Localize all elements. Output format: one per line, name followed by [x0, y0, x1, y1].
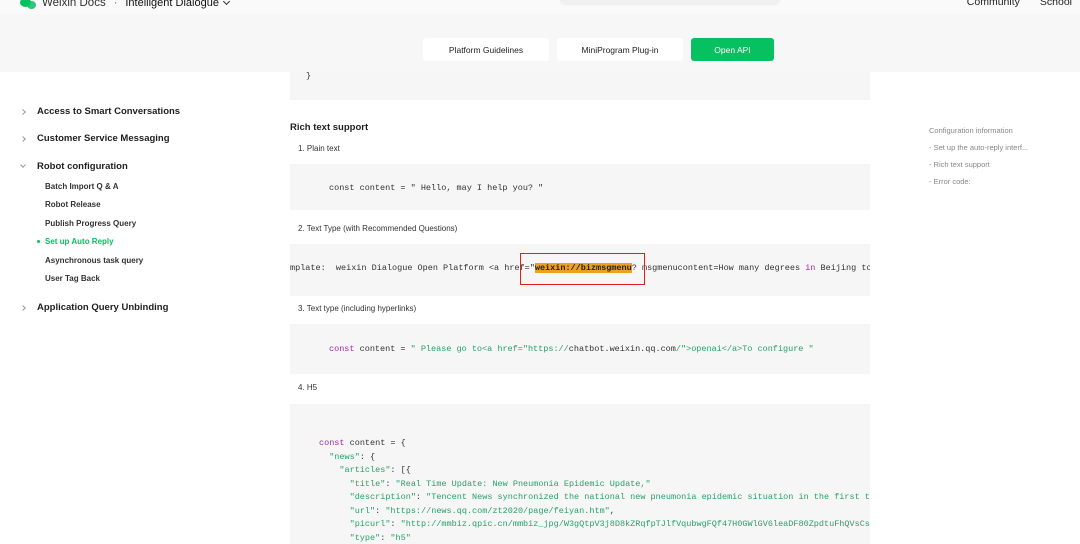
code-block-hyperlinks: const content = " Please go to<a href="h… [290, 324, 870, 374]
sidebar-item-robot-configuration[interactable]: Robot configuration [20, 161, 128, 172]
code-text: ? msgmenucontent=How many degrees [631, 263, 806, 273]
sidebar-item-label: Robot configuration [37, 161, 128, 172]
sidebar-subitem-async-task[interactable]: Asynchronous task query [45, 256, 143, 265]
school-link[interactable]: School [1040, 0, 1072, 8]
wechat-logo-icon [20, 0, 36, 10]
code-keyword: in [805, 263, 816, 273]
step-text-type-recommended: 2. Text Type (with Recommended Questions… [298, 224, 458, 233]
tab-miniprogram-plugin[interactable]: MiniProgram Plug-in [557, 38, 683, 61]
main-content: } Rich text support 1. Plain text const … [290, 72, 870, 544]
product-selector[interactable]: Intelligent Dialogue [125, 0, 230, 9]
step-text-type-hyperlinks: 3. Text type (including hyperlinks) [298, 304, 417, 313]
sidebar-item-application-query-unbinding[interactable]: Application Query Unbinding [20, 302, 168, 313]
code-text: mplate: weixin Dialogue Open Platform <a… [290, 263, 535, 273]
code-line: "type": "h5" [349, 532, 411, 543]
code-keyword: const [329, 344, 355, 354]
code-line: "news": { [329, 451, 376, 462]
brand[interactable]: Weixin Docs · Intelligent Dialogue [20, 0, 230, 10]
sidebar-item-customer-service[interactable]: Customer Service Messaging [20, 133, 170, 144]
sidebar-subitem-user-tag-back[interactable]: User Tag Back [45, 274, 100, 283]
toc-item-auto-reply-interface[interactable]: - Set up the auto-reply interf... [929, 143, 1069, 152]
code-text: } [306, 72, 312, 81]
sidebar-subitem-publish-progress[interactable]: Publish Progress Query [45, 219, 136, 228]
search-box[interactable] [560, 0, 780, 4]
code-line: const content = { [319, 438, 406, 448]
toc-item-rich-text-support[interactable]: - Rich text support [929, 160, 1069, 169]
code-line: "description": "Tencent News synchronize… [349, 492, 870, 502]
chevron-right-icon [20, 304, 26, 311]
code-block-h5: const content = { "news": { "articles": … [290, 404, 870, 544]
sidebar-item-label: Application Query Unbinding [37, 302, 169, 313]
code-string: /">openai</a>To configure " [675, 344, 814, 354]
chevron-right-icon [20, 135, 26, 142]
code-line: "picurl": "http://mmbiz.qpic.cn/mmbiz_jp… [349, 519, 870, 529]
table-of-contents: Configuration information - Set up the a… [929, 126, 1069, 194]
step-h5: 4. H5 [298, 383, 318, 392]
sidebar-subitem-auto-reply[interactable]: Set up Auto Reply [37, 237, 114, 246]
sidebar-subitem-robot-release[interactable]: Robot Release [45, 200, 101, 209]
top-header: Weixin Docs · Intelligent Dialogue Commu… [0, 0, 1080, 14]
code-line: "articles": [{ [339, 465, 411, 475]
top-links: Community School [967, 0, 1072, 8]
code-text: chatbot.weixin.qq.com [568, 344, 676, 354]
chevron-right-icon [20, 108, 26, 115]
code-text: Beijing tod [820, 263, 871, 273]
code-block-previous: } [290, 72, 870, 100]
community-link[interactable]: Community [967, 0, 1020, 8]
annotation-red-box [520, 253, 645, 285]
sidebar-subitem-batch-import[interactable]: Batch Import Q & A [45, 182, 118, 191]
chevron-down-icon [222, 0, 230, 6]
sidebar-item-label: Access to Smart Conversations [37, 106, 181, 117]
tab-open-api[interactable]: Open API [691, 38, 774, 61]
sidebar-item-label: Customer Service Messaging [37, 133, 170, 144]
code-string: " Please go to<a href="https:// [410, 344, 569, 354]
tab-bar: Platform Guidelines MiniProgram Plug-in … [0, 14, 1080, 72]
brand-name: Weixin Docs [42, 0, 106, 9]
brand-separator: · [113, 0, 118, 9]
section-title: Rich text support [290, 122, 369, 133]
code-text: const content = " Hello, may I help you?… [329, 183, 544, 193]
active-dot-icon [37, 240, 40, 244]
chevron-down-icon [20, 162, 26, 168]
code-line: "title": "Real Time Update: New Pneumoni… [349, 478, 651, 489]
sidebar: Access to Smart Conversations Customer S… [0, 72, 260, 544]
sidebar-subitem-label: Set up Auto Reply [45, 237, 114, 246]
toc-item-error-code[interactable]: - Error code: [929, 177, 1069, 186]
toc-item-configuration-info[interactable]: Configuration information [929, 126, 1069, 135]
code-block-plain-text: const content = " Hello, may I help you?… [290, 164, 870, 210]
code-line: "url": "https://news.qq.com/zt2020/page/… [349, 505, 615, 516]
step-plain-text: 1. Plain text [298, 144, 340, 153]
tab-platform-guidelines[interactable]: Platform Guidelines [423, 38, 549, 61]
sidebar-item-access-smart-conversations[interactable]: Access to Smart Conversations [20, 106, 180, 117]
code-text: content = [354, 344, 411, 354]
